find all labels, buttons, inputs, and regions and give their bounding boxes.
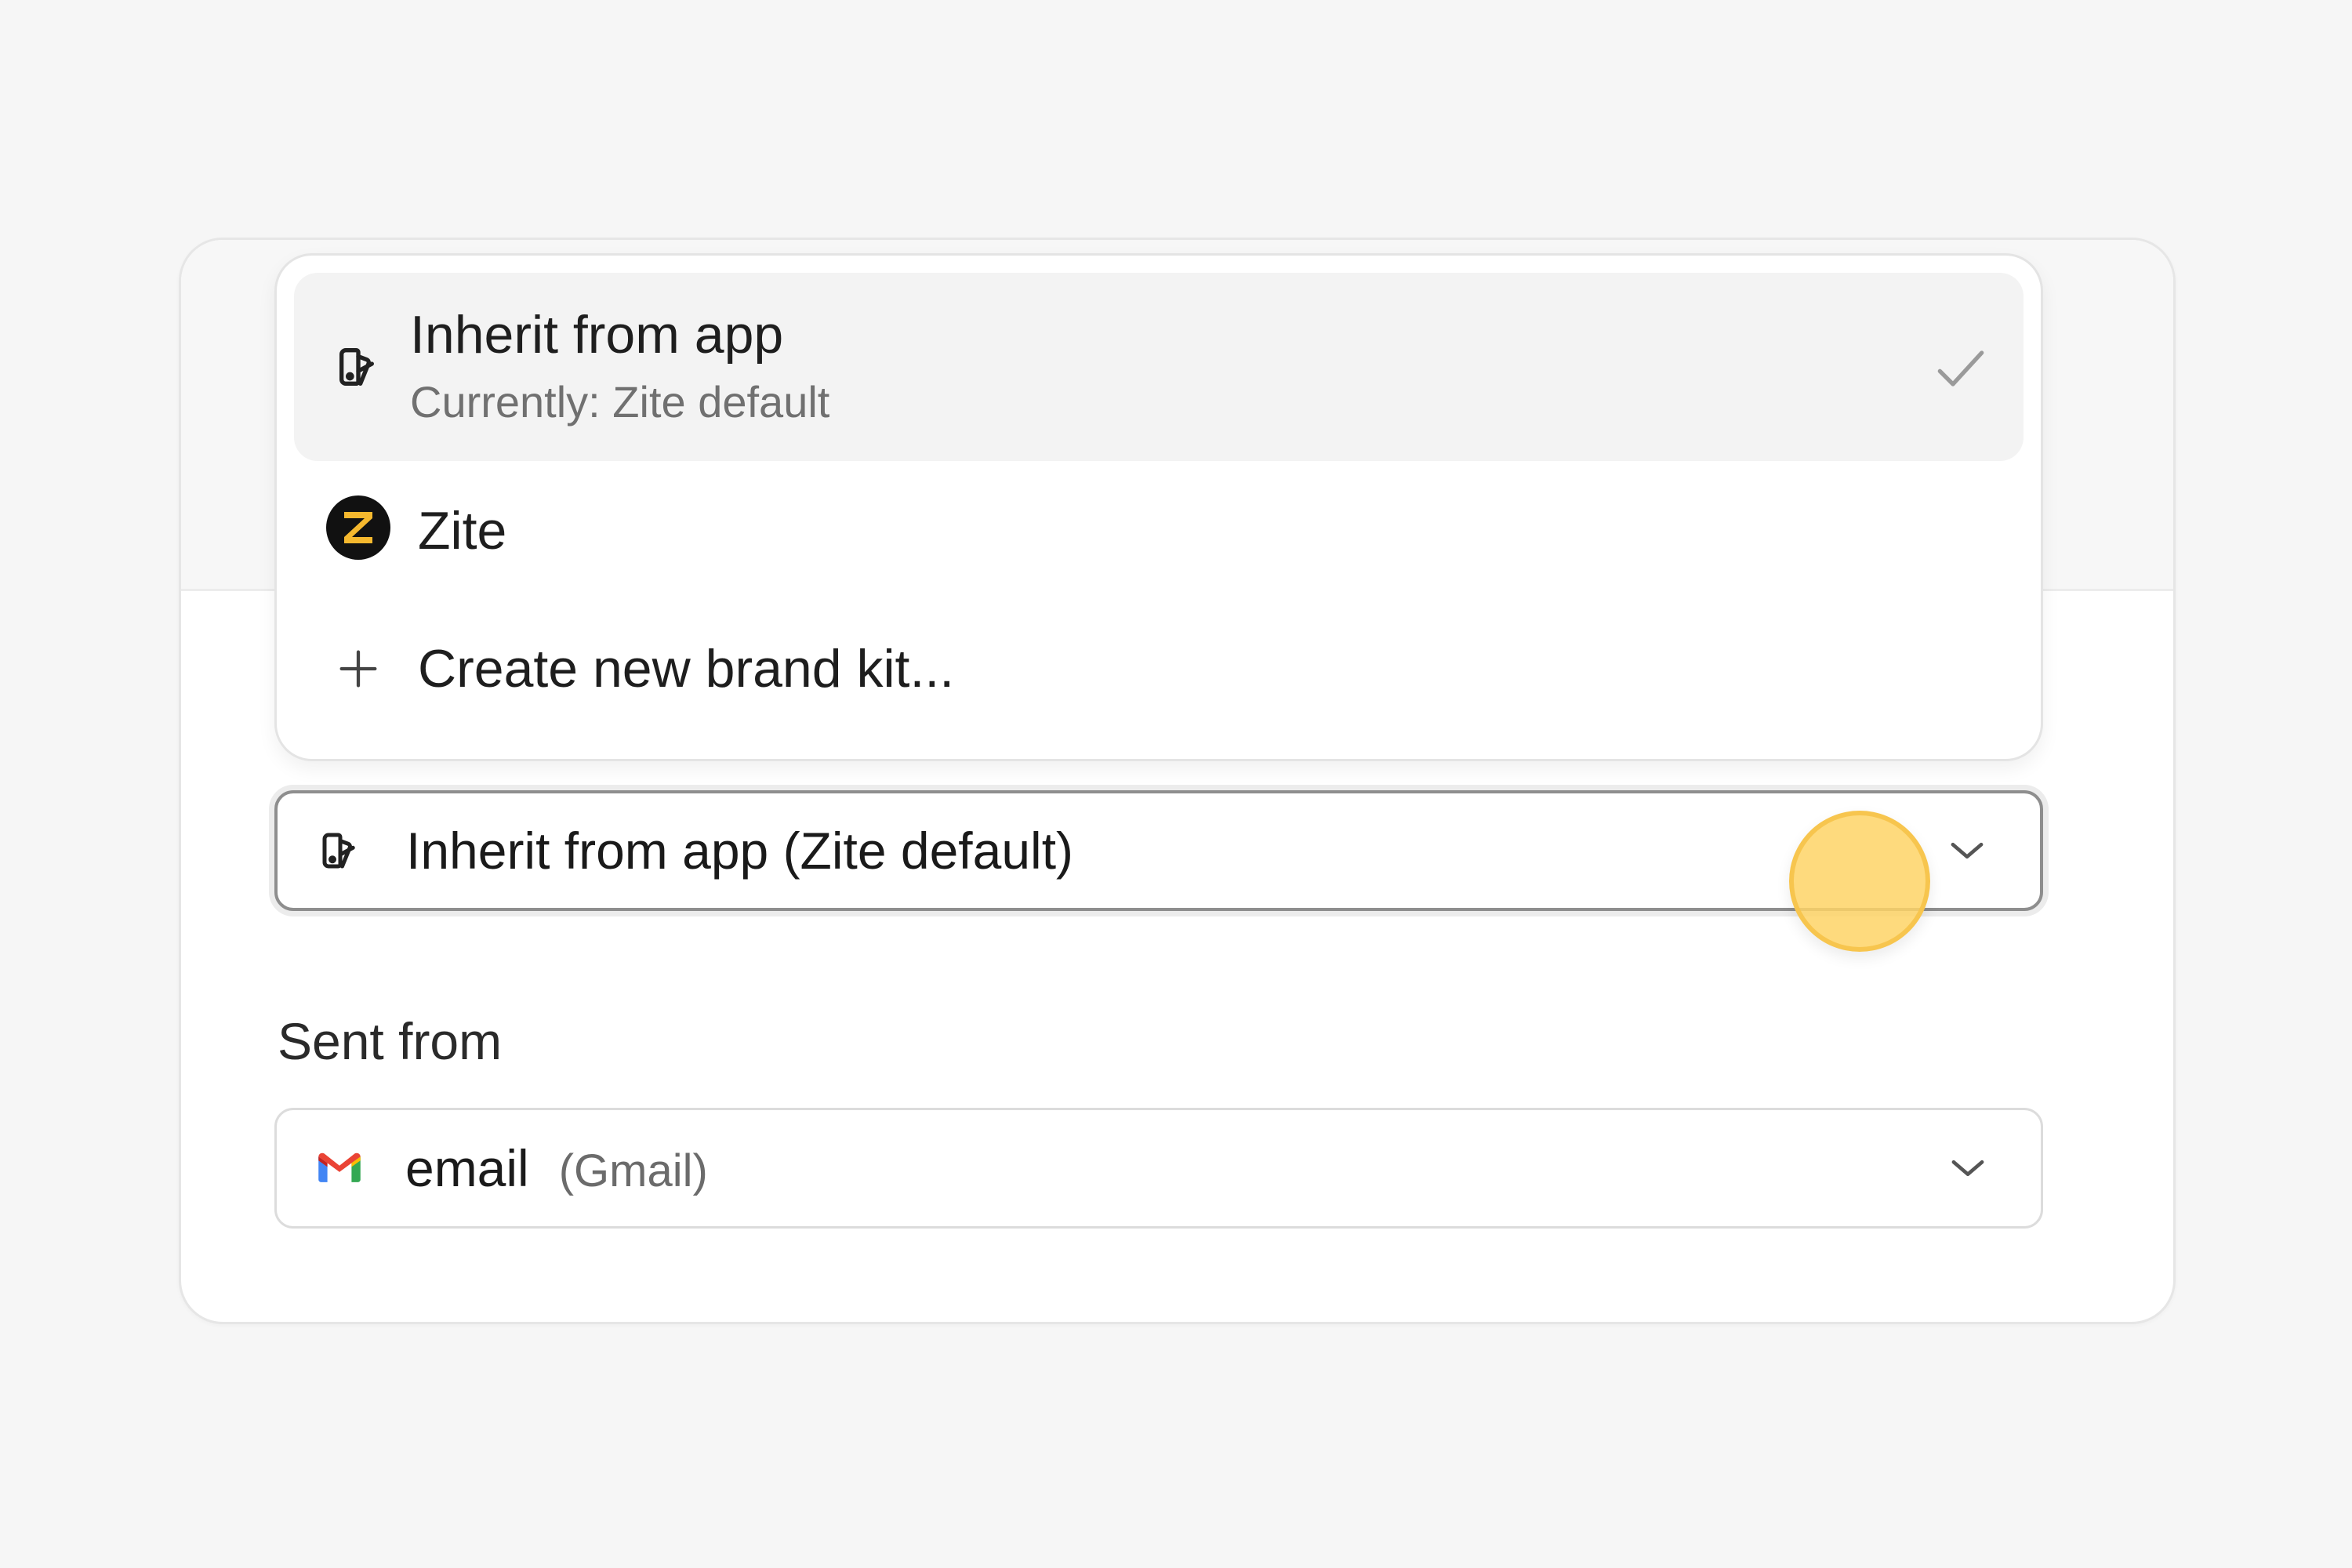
dropdown-option-zite[interactable]: Zite <box>294 464 2024 591</box>
brand-kit-dropdown-menu: Inherit from app Currently: Zite default… <box>274 253 2043 761</box>
chevron-down-icon <box>1943 826 1991 875</box>
sender-email: email <box>405 1139 529 1197</box>
brand-kit-icon <box>317 827 364 874</box>
zite-logo-icon <box>325 495 391 561</box>
sent-from-select[interactable]: email (Gmail) <box>274 1108 2043 1229</box>
sent-from-value: email (Gmail) <box>405 1138 708 1198</box>
option-subtitle: Currently: Zite default <box>410 377 830 426</box>
brand-kit-icon <box>325 334 391 400</box>
checkmark-icon <box>1929 337 1992 400</box>
option-title: Zite <box>418 501 507 561</box>
option-title: Create new brand kit... <box>418 639 955 699</box>
brand-kit-select[interactable]: Inherit from app (Zite default) <box>274 790 2043 911</box>
brand-kit-select-value: Inherit from app (Zite default) <box>406 822 1074 880</box>
plus-icon <box>325 636 391 702</box>
gmail-icon <box>316 1145 363 1192</box>
sender-provider: (Gmail) <box>558 1145 708 1196</box>
dropdown-option-inherit-from-app[interactable]: Inherit from app Currently: Zite default <box>294 273 2024 461</box>
option-title: Inherit from app <box>410 305 784 365</box>
dropdown-option-create-brand-kit[interactable]: Create new brand kit... <box>294 594 2024 743</box>
chevron-down-icon <box>1944 1144 1992 1192</box>
sent-from-label: Sent from <box>278 1012 503 1070</box>
